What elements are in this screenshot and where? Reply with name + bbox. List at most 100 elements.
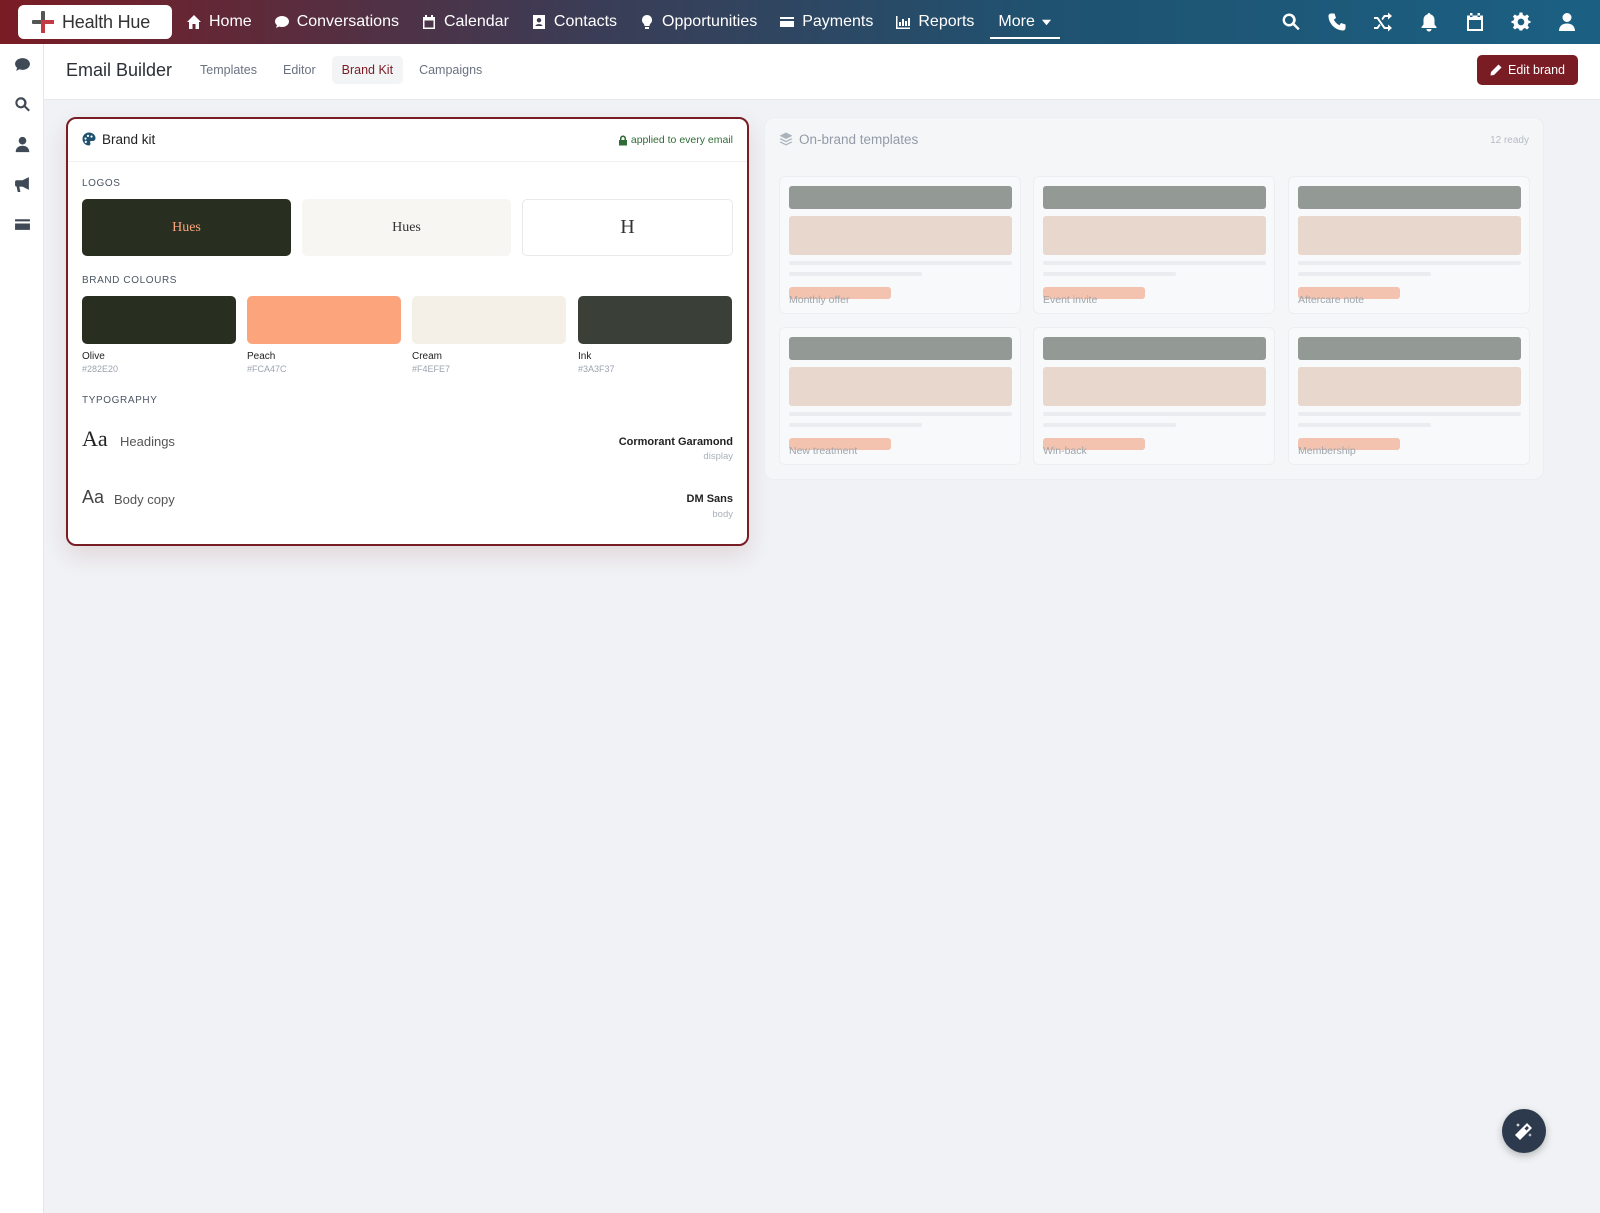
templates-title: On-brand templates [799,132,919,147]
search-button[interactable] [1280,11,1302,33]
user-icon [15,136,29,152]
left-rail [0,44,44,1213]
template-card[interactable]: Aftercare note [1288,176,1530,314]
template-card[interactable]: Monthly offer [779,176,1021,314]
nav-contacts[interactable]: Contacts [531,0,617,44]
logo-mark[interactable]: H [522,199,733,256]
nav-label: Payments [802,13,874,30]
app-logo[interactable]: Health Hue [18,5,172,39]
brand-colours-label: BRAND COLOURS [82,275,178,286]
rail-search[interactable] [12,94,32,114]
rail-contacts[interactable] [12,134,32,154]
nav-conversations[interactable]: Conversations [274,0,399,44]
contacts-icon [532,15,545,29]
chat-icon [14,57,30,71]
template-name: Event invite [1043,294,1098,306]
top-nav: Health Hue Home Conversations Calendar C… [0,0,1600,44]
settings-button[interactable] [1510,11,1532,33]
colour-name: Peach [247,351,276,362]
template-card[interactable]: Event invite [1033,176,1275,314]
megaphone-icon [14,176,29,192]
notifications-button[interactable] [1418,11,1440,33]
phone-button[interactable] [1326,11,1348,33]
template-header-block [1298,337,1521,360]
colour-swatch-peach[interactable] [247,296,401,344]
nav-opportunities[interactable]: Opportunities [639,0,757,44]
colour-hex: #FCA47C [247,364,287,374]
calendar-button[interactable] [1464,11,1486,33]
chat-icon [274,16,289,28]
page-header: Email Builder Templates Editor Brand Kit… [44,44,1600,100]
rail-marketing[interactable] [12,174,32,194]
colour-swatch-ink[interactable] [578,296,732,344]
template-name: Membership [1298,445,1356,457]
nav-reports[interactable]: Reports [895,0,974,44]
bar-chart-icon [896,16,911,29]
rail-payments[interactable] [12,214,32,234]
logo-light[interactable]: Hues [302,199,511,256]
template-card[interactable]: New treatment [779,327,1021,465]
colour-hex: #282E20 [82,364,119,374]
templates-header: On-brand templates 12 ready [765,118,1543,160]
profile-button[interactable] [1556,11,1578,33]
app-name: Health Hue [62,11,151,32]
palette-icon [82,132,96,146]
tab-campaigns[interactable]: Campaigns [409,56,492,84]
nav-label: More [998,13,1035,30]
body-font-kind: body [712,509,733,520]
nav-calendar[interactable]: Calendar [421,0,509,44]
template-header-block [1043,186,1266,209]
brand-kit-title: Brand kit [102,132,156,147]
body-role: Body copy [114,492,175,507]
template-card[interactable]: Win-back [1033,327,1275,465]
applied-text: applied to every email [630,134,733,146]
magic-wand-icon [1515,1123,1532,1140]
search-icon [1282,13,1300,31]
rail-conversations[interactable] [12,54,32,74]
search-icon [14,96,30,111]
heading-font-kind: display [703,451,733,462]
template-name: Aftercare note [1298,294,1364,306]
layers-icon [779,132,793,146]
template-text-line [789,261,1012,265]
edit-brand-button[interactable]: Edit brand [1477,55,1578,85]
template-card[interactable]: Membership [1288,327,1530,465]
template-name: New treatment [789,445,858,457]
template-text-line [1298,261,1521,265]
home-icon [187,15,201,29]
shuffle-icon [1374,12,1392,32]
logo-dark[interactable]: Hues [82,199,291,256]
nav-label: Opportunities [662,13,758,30]
nav-label: Calendar [443,13,509,30]
colour-swatch-cream[interactable] [412,296,566,344]
applied-badge: applied to every email [618,134,733,146]
colour-name: Olive [82,351,105,362]
heading-role: Headings [120,434,175,449]
nav-payments[interactable]: Payments [779,0,873,44]
template-header-block [789,186,1012,209]
nav-more[interactable]: More [990,0,1061,44]
colour-name: Ink [578,351,592,362]
tab-brand-kit[interactable]: Brand Kit [331,56,404,84]
lock-icon [618,135,627,145]
template-text-line [1298,423,1431,427]
tab-editor[interactable]: Editor [273,56,326,84]
phone-icon [1328,13,1346,31]
template-text-line [1043,272,1176,276]
nav-label: Conversations [296,13,399,30]
template-text-line [1043,412,1266,416]
template-text-line [1298,412,1521,416]
template-text-line [1043,261,1266,265]
page-title: Email Builder [66,60,173,80]
bell-icon [1421,13,1437,32]
magic-wand-button[interactable] [1502,1109,1546,1153]
template-text-line [1043,423,1176,427]
calendar-icon [1467,13,1483,31]
tab-templates[interactable]: Templates [190,56,267,84]
gear-icon [1511,12,1531,31]
template-text-line [789,412,1012,416]
nav-home[interactable]: Home [186,0,252,44]
automation-button[interactable] [1372,11,1394,33]
colour-swatch-olive[interactable] [82,296,236,344]
page-tabs: Templates Editor Brand Kit Campaigns [190,56,498,84]
